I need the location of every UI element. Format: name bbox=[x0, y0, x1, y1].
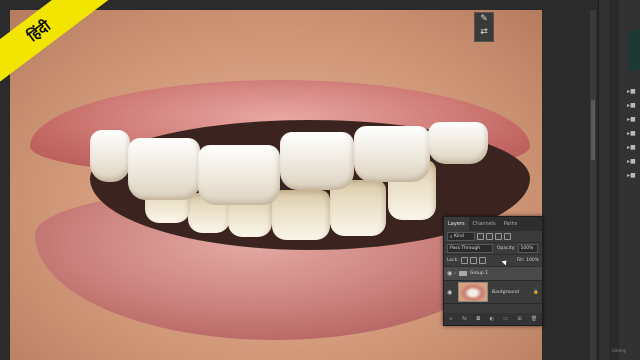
watermark: Udemy bbox=[612, 348, 627, 353]
navigator-thumbnail[interactable] bbox=[629, 30, 640, 70]
adjust-tool-icon[interactable]: ⇄ bbox=[475, 26, 493, 39]
kind-filter-select[interactable]: ⌕ Kind bbox=[447, 232, 475, 241]
opacity-field[interactable]: 100% bbox=[517, 244, 538, 253]
layer-thumbnail bbox=[458, 282, 488, 302]
lock-pixels-icon[interactable] bbox=[460, 257, 468, 264]
layers-panel-tabs: Layers Channels Paths bbox=[444, 217, 542, 231]
fill-label: Fill: bbox=[516, 258, 525, 263]
dock-item-icon[interactable]: ▸■ bbox=[627, 88, 639, 95]
layer-name: Background bbox=[492, 289, 519, 295]
upper-tooth bbox=[428, 122, 488, 164]
visibility-eye-icon[interactable]: ◉ bbox=[447, 289, 454, 296]
upper-tooth bbox=[280, 132, 354, 190]
dock-item-icon[interactable]: ▸■ bbox=[627, 172, 639, 179]
lock-label: Lock: bbox=[447, 258, 459, 263]
lock-all-icon[interactable] bbox=[478, 257, 486, 264]
chevron-right-icon[interactable]: › bbox=[454, 271, 456, 277]
new-layer-icon[interactable]: ⊞ bbox=[517, 316, 521, 322]
layer-group-1[interactable]: ◉ › Group 1 bbox=[444, 267, 542, 281]
shape-filter-icon[interactable] bbox=[504, 233, 511, 240]
type-filter-icon[interactable] bbox=[495, 233, 502, 240]
dock-item-icon[interactable]: ▸■ bbox=[627, 144, 639, 151]
adjustment-layer-icon[interactable]: ◐ bbox=[490, 316, 494, 322]
layer-background[interactable]: ◉ Background 🔒 bbox=[444, 281, 542, 304]
tab-paths[interactable]: Paths bbox=[500, 217, 522, 231]
opacity-value: 100% bbox=[520, 246, 534, 251]
tab-layers[interactable]: Layers bbox=[444, 217, 469, 231]
upper-tooth bbox=[90, 130, 130, 182]
pixel-filter-icon[interactable] bbox=[477, 233, 484, 240]
right-dock-panel: ▸■ ▸■ ▸■ ▸■ ▸■ ▸■ ▸■ bbox=[598, 0, 640, 360]
filter-row: ⌕ Kind bbox=[444, 231, 542, 243]
dock-item-icon[interactable]: ▸■ bbox=[627, 158, 639, 165]
scrollbar-thumb[interactable] bbox=[591, 100, 595, 160]
lower-tooth bbox=[272, 190, 330, 240]
layer-name: Group 1 bbox=[470, 271, 488, 276]
fill-value: 100% bbox=[526, 258, 539, 263]
lock-position-icon[interactable] bbox=[469, 257, 477, 264]
layer-style-icon[interactable]: fx bbox=[462, 316, 467, 322]
dock-item-icon[interactable]: ▸■ bbox=[627, 116, 639, 123]
brush-tool-icon[interactable]: ✎ bbox=[475, 13, 493, 26]
dock-strip bbox=[609, 0, 619, 360]
blend-mode-value: Pass Through bbox=[450, 246, 481, 251]
new-group-icon[interactable]: ▭ bbox=[503, 316, 508, 322]
lock-row: Lock: Fill: 100% bbox=[444, 255, 542, 267]
vertical-scrollbar[interactable] bbox=[590, 10, 596, 360]
add-mask-icon[interactable]: ◘ bbox=[476, 316, 480, 322]
lock-icon: 🔒 bbox=[533, 289, 539, 295]
tab-channels[interactable]: Channels bbox=[469, 217, 500, 231]
kind-label: Kind bbox=[453, 234, 464, 239]
upper-tooth bbox=[198, 145, 280, 205]
upper-tooth bbox=[354, 126, 430, 182]
layers-panel-footer: ∞ fx ◘ ◐ ▭ ⊞ 🗑 bbox=[444, 313, 542, 325]
opacity-label: Opacity: bbox=[497, 246, 516, 251]
visibility-eye-icon[interactable]: ◉ bbox=[447, 270, 454, 277]
tool-strip[interactable]: ✎ ⇄ bbox=[474, 12, 494, 42]
folder-icon bbox=[459, 271, 467, 276]
link-layers-icon[interactable]: ∞ bbox=[449, 316, 453, 322]
dock-item-icon[interactable]: ▸■ bbox=[627, 102, 639, 109]
trash-icon[interactable]: 🗑 bbox=[531, 316, 537, 322]
adjustment-filter-icon[interactable] bbox=[486, 233, 493, 240]
upper-tooth bbox=[128, 138, 200, 200]
blend-row: Pass Through Opacity: 100% bbox=[444, 243, 542, 255]
layers-panel[interactable]: Layers Channels Paths ⌕ Kind Pass Throug… bbox=[443, 216, 543, 326]
dock-item-icon[interactable]: ▸■ bbox=[627, 130, 639, 137]
blend-mode-select[interactable]: Pass Through bbox=[447, 244, 493, 253]
